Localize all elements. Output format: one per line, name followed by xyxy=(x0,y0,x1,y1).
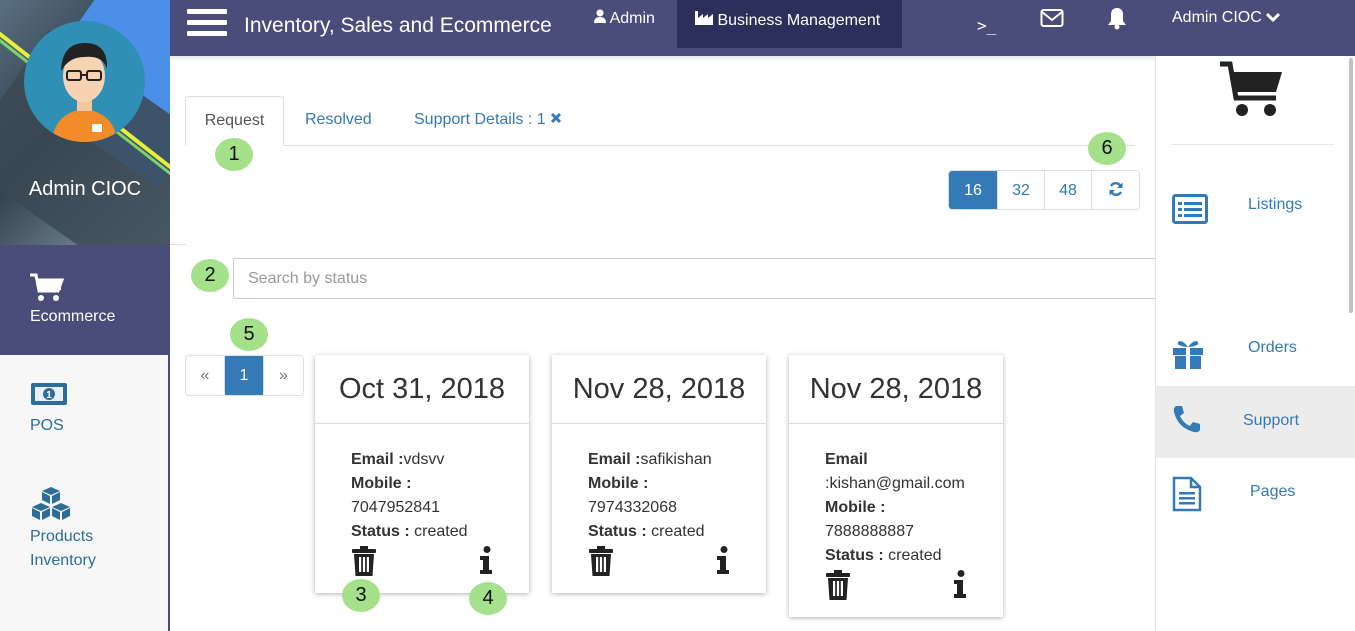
bell-icon[interactable] xyxy=(1105,6,1129,35)
right-item-label: Pages xyxy=(1250,483,1296,500)
nav-business-management-link[interactable]: Business Management xyxy=(677,0,902,48)
tab-support-details[interactable]: Support Details : 1 xyxy=(414,96,562,146)
industry-icon xyxy=(695,11,717,29)
card-mobile: 7888888887 xyxy=(825,523,914,540)
sidebar-item-label: Ecommerce xyxy=(30,308,116,325)
card-mobile: 7974332068 xyxy=(588,499,677,516)
hamburger-menu-icon[interactable] xyxy=(187,9,227,41)
scrollbar[interactable] xyxy=(1349,58,1353,313)
app-title: Inventory, Sales and Ecommerce xyxy=(244,14,552,37)
annotation-marker: 6 xyxy=(1088,132,1126,165)
tab-resolved[interactable]: Resolved xyxy=(305,96,372,146)
page-size-16[interactable]: 16 xyxy=(949,171,998,209)
avatar[interactable] xyxy=(24,21,145,142)
cart-icon xyxy=(30,273,65,308)
sidebar-item-products-inventory[interactable]: Products Inventory xyxy=(0,485,168,575)
annotation-marker: 4 xyxy=(469,582,507,615)
info-icon[interactable] xyxy=(479,546,493,579)
user-menu-dropdown[interactable]: Admin CIOC xyxy=(1172,9,1281,27)
search-input[interactable] xyxy=(233,258,1313,299)
page-size-48[interactable]: 48 xyxy=(1045,171,1092,209)
trash-icon[interactable] xyxy=(588,546,614,581)
support-request-card: Nov 28, 2018 Email :safikishan Mobile : … xyxy=(552,355,766,593)
money-icon: 1 xyxy=(30,380,68,413)
annotation-marker: 1 xyxy=(215,138,253,171)
card-email: safikishan xyxy=(640,451,712,468)
trash-icon[interactable] xyxy=(825,570,851,605)
sidebar-item-ecommerce[interactable]: Ecommerce xyxy=(0,245,168,355)
user-icon xyxy=(594,9,610,27)
sidebar-item-pos[interactable]: 1 POS xyxy=(0,380,168,450)
gift-icon xyxy=(1172,339,1204,374)
right-item-support[interactable]: Support xyxy=(1156,386,1355,458)
refresh-icon xyxy=(1108,181,1124,202)
mail-icon[interactable] xyxy=(1040,8,1064,33)
card-email: :kishan@gmail.com xyxy=(825,475,965,492)
chevron-down-icon xyxy=(1266,9,1281,26)
trash-icon[interactable] xyxy=(351,546,377,581)
right-item-label: Orders xyxy=(1248,339,1297,356)
profile-name: Admin CIOC xyxy=(28,178,142,200)
card-status: created xyxy=(888,547,942,564)
annotation-marker: 5 xyxy=(230,318,268,351)
top-navbar: Inventory, Sales and Ecommerce Admin Bus… xyxy=(170,0,1355,56)
page-size-selector: 16 32 48 xyxy=(948,170,1140,210)
right-item-label: Listings xyxy=(1248,196,1303,213)
info-icon[interactable] xyxy=(716,546,730,579)
card-status: created xyxy=(414,523,468,540)
pagination-next[interactable]: » xyxy=(264,356,303,395)
card-email: vdsvv xyxy=(403,451,445,468)
phone-icon xyxy=(1172,404,1202,439)
svg-text:1: 1 xyxy=(46,390,52,401)
right-panel: Listings Orders Support Pages xyxy=(1155,56,1355,631)
profile-banner: Admin CIOC xyxy=(0,0,170,245)
card-date: Nov 28, 2018 xyxy=(552,355,766,424)
left-sidebar: Admin CIOC Ecommerce 1 POS Products Inve… xyxy=(0,0,170,631)
tab-bar: Request Resolved Support Details : 1 xyxy=(185,96,1135,146)
close-icon[interactable] xyxy=(550,111,562,128)
cart-icon xyxy=(1218,60,1286,125)
right-item-listings[interactable]: Listings xyxy=(1156,176,1355,248)
list-icon xyxy=(1172,194,1208,229)
info-icon[interactable] xyxy=(953,570,967,603)
refresh-button[interactable] xyxy=(1092,171,1139,209)
support-request-card: Oct 31, 2018 Email :vdsvv Mobile : 70479… xyxy=(315,355,529,593)
card-date: Nov 28, 2018 xyxy=(789,355,1003,424)
support-request-card: Nov 28, 2018 Email :kishan@gmail.com Mob… xyxy=(789,355,1003,617)
pagination-page-1[interactable]: 1 xyxy=(225,356,264,395)
document-icon xyxy=(1172,476,1202,517)
pagination-prev[interactable]: « xyxy=(186,356,225,395)
card-date: Oct 31, 2018 xyxy=(315,355,529,424)
sidebar-item-label: Products Inventory xyxy=(30,528,96,569)
pagination: « 1 » xyxy=(185,355,304,396)
right-item-pages[interactable]: Pages xyxy=(1156,458,1355,530)
card-mobile: 7047952841 xyxy=(351,499,440,516)
right-item-orders[interactable]: Orders xyxy=(1156,321,1355,393)
annotation-marker: 2 xyxy=(191,259,229,292)
page-size-32[interactable]: 32 xyxy=(998,171,1045,209)
card-status: created xyxy=(651,523,705,540)
annotation-marker: 3 xyxy=(342,579,380,612)
nav-admin-link[interactable]: Admin xyxy=(594,9,655,28)
right-item-label: Support xyxy=(1243,412,1300,429)
terminal-icon[interactable]: >_ xyxy=(977,16,996,35)
cubes-icon xyxy=(30,485,72,526)
sidebar-item-label: POS xyxy=(30,417,64,434)
